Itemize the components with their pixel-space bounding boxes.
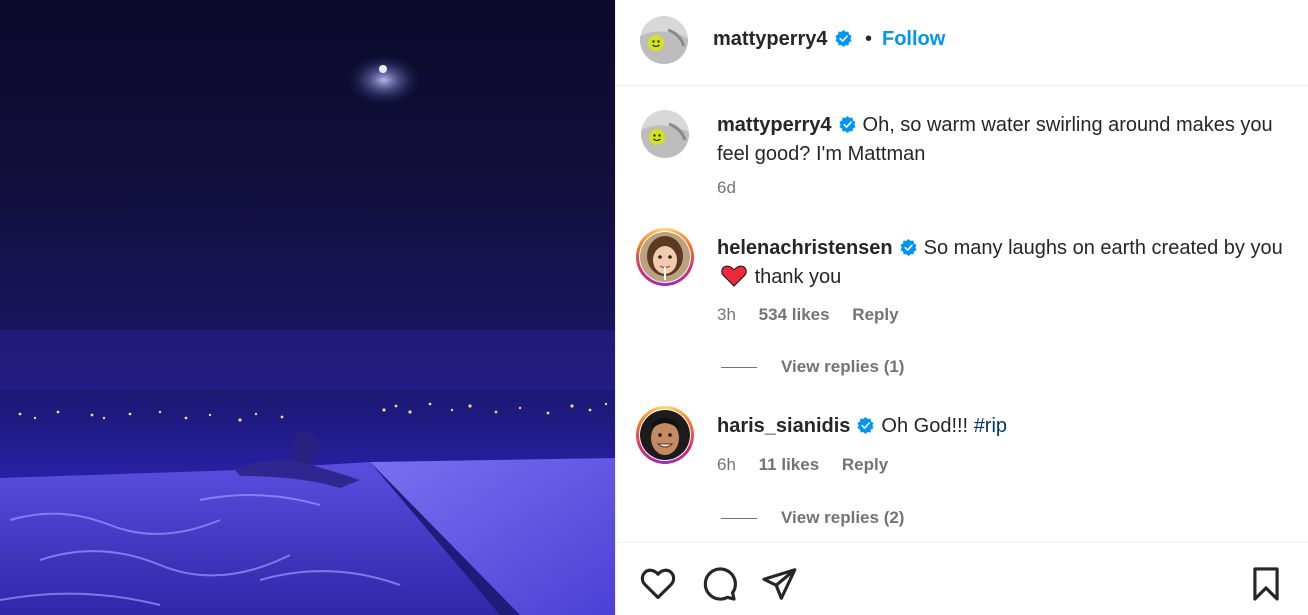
verified-badge-icon	[838, 115, 856, 134]
share-button[interactable]	[760, 565, 798, 603]
replies-divider	[721, 518, 757, 520]
comment-text: haris_sianidis Oh God!!! #rip	[717, 412, 1295, 441]
comment-text: helenachristensen So many laughs on earth…	[717, 234, 1295, 292]
caption-username-text[interactable]: mattyperry4	[717, 114, 832, 136]
share-icon	[762, 568, 797, 600]
verified-badge-icon	[857, 416, 874, 435]
man-avatar-icon	[640, 410, 690, 460]
caption-avatar[interactable]	[641, 110, 689, 158]
commenter-username[interactable]: helenachristensen	[717, 237, 918, 259]
red-heart-emoji-icon	[721, 265, 747, 287]
caption-meta: 6d	[717, 178, 754, 198]
story-ring[interactable]	[636, 406, 694, 464]
story-ring[interactable]	[636, 228, 694, 286]
post-image[interactable]	[0, 0, 615, 615]
comment-meta: 6h 11 likes Reply	[717, 455, 906, 475]
comment-icon	[703, 567, 737, 601]
comment-button[interactable]	[700, 565, 738, 603]
commenter-username-text[interactable]: haris_sianidis	[717, 415, 850, 437]
verified-badge-icon	[900, 238, 917, 257]
replies-divider	[721, 367, 757, 369]
author-username[interactable]: mattyperry4	[713, 28, 853, 51]
commenter-username[interactable]: haris_sianidis	[717, 415, 875, 437]
comment-item: haris_sianidis Oh God!!! #rip 6h 11 likes…	[616, 406, 1308, 496]
comment-body: Oh God!!!	[881, 415, 969, 437]
author-avatar[interactable]	[640, 16, 688, 64]
commenter-username-text[interactable]: helenachristensen	[717, 237, 893, 259]
follow-button[interactable]: Follow	[882, 28, 945, 51]
smiley-avatar-icon	[641, 110, 689, 158]
girl-avatar-icon	[640, 232, 690, 282]
comment-timestamp[interactable]: 6h	[717, 455, 736, 474]
comment-likes[interactable]: 534 likes	[759, 305, 830, 324]
caption-text: mattyperry4 Oh, so warm water swirling ar…	[717, 111, 1295, 169]
heart-icon	[640, 568, 676, 600]
view-replies-button[interactable]: View replies (2)	[721, 508, 904, 528]
view-replies-label[interactable]: View replies (1)	[781, 357, 904, 376]
separator-dot: •	[865, 28, 873, 50]
post-detail-panel: mattyperry4 • Follow mattyperry4 Oh, so w…	[615, 0, 1308, 615]
comment-body-tail: thank you	[754, 266, 842, 288]
verified-badge-icon	[834, 29, 852, 48]
like-button[interactable]	[639, 565, 677, 603]
author-username-text[interactable]: mattyperry4	[713, 28, 828, 50]
smiley-avatar-icon	[640, 16, 688, 64]
hashtag-link[interactable]: #rip	[974, 415, 1007, 437]
view-replies-label[interactable]: View replies (2)	[781, 508, 904, 527]
bookmark-icon	[1253, 567, 1279, 601]
post-caption: mattyperry4 Oh, so warm water swirling ar…	[616, 108, 1308, 208]
view-replies-button[interactable]: View replies (1)	[721, 357, 904, 377]
reply-button[interactable]: Reply	[842, 455, 888, 474]
save-button[interactable]	[1247, 565, 1285, 603]
comment-timestamp[interactable]: 3h	[717, 305, 736, 324]
comment-body: So many laughs on earth created by you	[923, 237, 1283, 259]
caption-username[interactable]: mattyperry4	[717, 114, 857, 136]
commenter-avatar[interactable]	[640, 410, 690, 460]
commenter-avatar[interactable]	[640, 232, 690, 282]
comment-likes[interactable]: 11 likes	[759, 455, 820, 474]
post-action-bar	[616, 542, 1308, 615]
comment-item: helenachristensen So many laughs on earth…	[616, 228, 1308, 338]
reply-button[interactable]: Reply	[852, 305, 898, 324]
caption-timestamp[interactable]: 6d	[717, 178, 736, 197]
night-pool-photo	[0, 54, 615, 615]
post-header: mattyperry4 • Follow	[616, 0, 1308, 86]
comment-meta: 3h 534 likes Reply	[717, 305, 917, 325]
